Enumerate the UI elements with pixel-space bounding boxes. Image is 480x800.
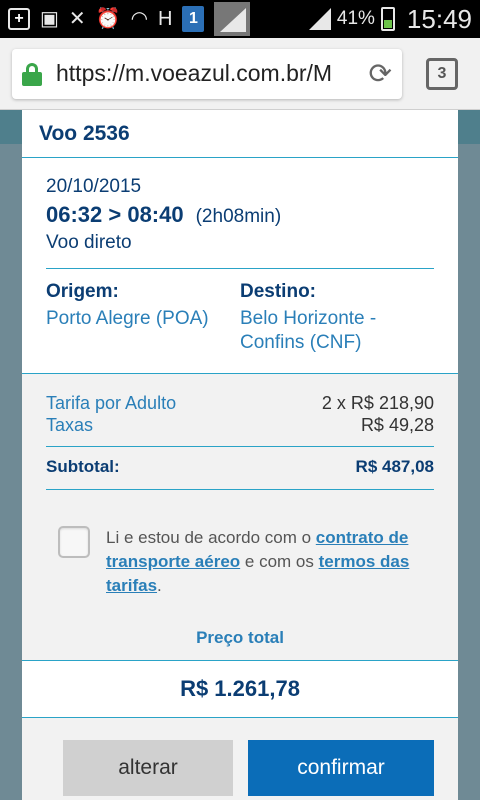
divider	[46, 268, 434, 269]
taxes-value: R$ 49,28	[360, 415, 434, 435]
clock: 15:49	[406, 3, 472, 34]
terms-text-part: Li e estou de acordo com o	[106, 528, 316, 547]
total-price-label: Preço total	[196, 628, 284, 647]
battery-icon	[380, 7, 395, 31]
flight-times: 06:32 > 08:40 (2h08min)	[46, 202, 434, 228]
flight-title: Voo 2536	[39, 121, 130, 145]
browser-toolbar: https://m.voeazul.com.br/M ⟳ 3	[0, 38, 480, 110]
cell-signal-icon	[308, 8, 331, 30]
mute-icon: ✕	[68, 8, 86, 30]
alarm-icon: ⏰	[95, 8, 121, 30]
flight-date: 20/10/2015	[46, 176, 142, 197]
origin-value: Porto Alegre (POA)	[46, 308, 209, 329]
notification-badge: 1	[182, 6, 205, 32]
confirm-button[interactable]: confirmar	[248, 740, 434, 796]
battery-percent: 41%	[336, 8, 375, 29]
fare-breakdown: Tarifa por Adulto 2 x R$ 218,90 Taxas R$…	[22, 374, 458, 490]
modal-header: Voo 2536	[22, 110, 458, 158]
time-range: 06:32 > 08:40	[46, 202, 184, 227]
image-icon: ▣	[40, 8, 59, 30]
total-price-value: R$ 1.261,78	[180, 676, 300, 701]
lock-icon	[22, 62, 42, 86]
destination-label: Destino:	[240, 281, 316, 302]
reload-icon[interactable]: ⟳	[369, 57, 392, 90]
page-background: Voo 2536 20/10/2015 06:32 > 08:40 (2h08m…	[0, 110, 480, 800]
booking-summary-modal: Voo 2536 20/10/2015 06:32 > 08:40 (2h08m…	[22, 110, 458, 800]
add-icon: +	[8, 8, 30, 30]
h-network-icon: H	[158, 8, 173, 30]
status-bar: + ▣ ✕ ⏰ ◠ H 1 41% 15:49	[0, 0, 480, 38]
subtotal-row: Subtotal: R$ 487,08	[46, 447, 434, 490]
status-bar-right: 41% 15:49	[308, 3, 472, 35]
action-buttons: alterar confirmar	[22, 718, 458, 796]
adult-fare-value: 2 x R$ 218,90	[321, 393, 434, 413]
destination: Destino: Belo Horizonte - Confins (CNF)	[240, 281, 434, 355]
status-bar-left: + ▣ ✕ ⏰ ◠ H 1	[8, 2, 251, 36]
terms-checkbox[interactable]	[58, 526, 90, 558]
terms-text-part: e com os	[240, 552, 319, 571]
fare-row-taxes: Taxas R$ 49,28	[46, 414, 434, 436]
subtotal-label: Subtotal:	[46, 457, 120, 476]
tabs-button[interactable]: 3	[426, 57, 458, 90]
wifi-icon: ◠	[130, 8, 149, 30]
terms-text: Li e estou de acordo com o contrato de t…	[106, 526, 434, 598]
terms-text-part: .	[157, 576, 162, 595]
fare-row-adult: Tarifa por Adulto 2 x R$ 218,90	[46, 392, 434, 414]
flight-info: 20/10/2015 06:32 > 08:40 (2h08min) Voo d…	[22, 158, 458, 374]
adult-fare-label: Tarifa por Adulto	[46, 393, 177, 413]
origin: Origem: Porto Alegre (POA)	[46, 281, 240, 355]
subtotal-value: R$ 487,08	[355, 457, 434, 476]
taxes-label: Taxas	[46, 415, 94, 435]
flight-duration: (2h08min)	[195, 206, 282, 227]
alter-button[interactable]: alterar	[63, 740, 233, 796]
address-bar[interactable]: https://m.voeazul.com.br/M ⟳	[12, 48, 402, 99]
url-text[interactable]: https://m.voeazul.com.br/M	[56, 60, 363, 87]
destination-value: Belo Horizonte - Confins (CNF)	[240, 308, 377, 353]
terms-agreement: Li e estou de acordo com o contrato de t…	[22, 490, 458, 598]
flight-type: Voo direto	[46, 232, 132, 253]
total-price-box: R$ 1.261,78	[22, 660, 458, 718]
route: Origem: Porto Alegre (POA) Destino: Belo…	[46, 281, 434, 355]
signal-strength-icon	[214, 2, 251, 36]
tab-count: 3	[437, 64, 447, 82]
origin-label: Origem:	[46, 281, 119, 302]
